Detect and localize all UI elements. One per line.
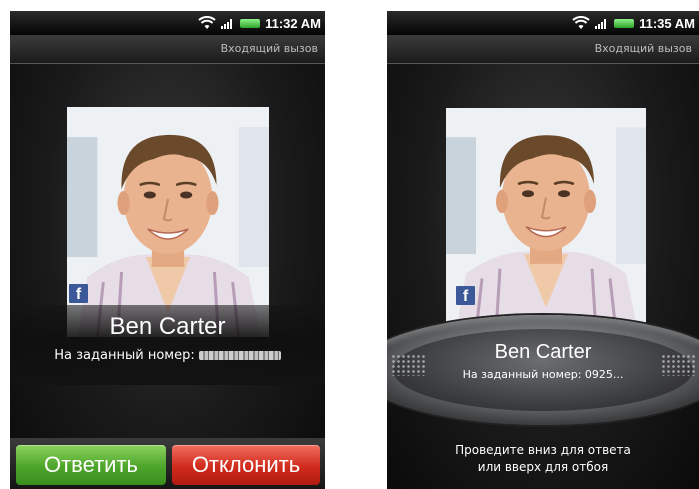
status-bar: 11:32 AM xyxy=(10,11,325,36)
call-state-label: Входящий вызов xyxy=(594,42,692,55)
phone-screen-slide-ring: 11:35 AM Входящий вызов f Ben Carter На … xyxy=(387,11,699,489)
contact-photo xyxy=(67,107,269,337)
dialed-number-row: На заданный номер: 0925... xyxy=(462,368,624,381)
phone-screen-answer-buttons: 11:32 AM Входящий вызов f Ben Carter На … xyxy=(10,11,325,489)
slide-hint-line-1: Проведите вниз для ответа xyxy=(455,443,631,457)
slide-hint: Проведите вниз для ответа или вверх для … xyxy=(387,442,699,476)
call-header: Входящий вызов xyxy=(10,36,325,64)
facebook-icon: f xyxy=(69,284,88,303)
contact-name: Ben Carter xyxy=(109,313,226,340)
slide-hint-line-2: или вверх для отбоя xyxy=(477,460,609,474)
signal-icon xyxy=(595,19,607,29)
wifi-icon xyxy=(198,16,216,29)
status-bar: 11:35 AM xyxy=(387,11,699,36)
battery-icon xyxy=(240,18,261,28)
facebook-icon: f xyxy=(456,286,475,305)
decline-button[interactable]: Отклонить xyxy=(172,445,320,485)
dialed-number-row: На заданный номер: xyxy=(10,348,325,363)
dialed-number-label: На заданный номер: xyxy=(54,348,195,363)
call-action-bar: Ответить Отклонить xyxy=(10,438,325,489)
status-time: 11:32 AM xyxy=(265,15,321,31)
signal-icon xyxy=(221,19,233,29)
contact-name: Ben Carter xyxy=(494,341,592,363)
call-state-label: Входящий вызов xyxy=(220,42,318,55)
answer-button[interactable]: Ответить xyxy=(16,445,166,485)
status-time: 11:35 AM xyxy=(639,15,695,31)
call-header: Входящий вызов xyxy=(387,36,699,64)
wifi-icon xyxy=(572,16,590,29)
obscured-number xyxy=(198,351,281,360)
battery-icon xyxy=(614,18,635,28)
contact-photo xyxy=(446,108,646,332)
